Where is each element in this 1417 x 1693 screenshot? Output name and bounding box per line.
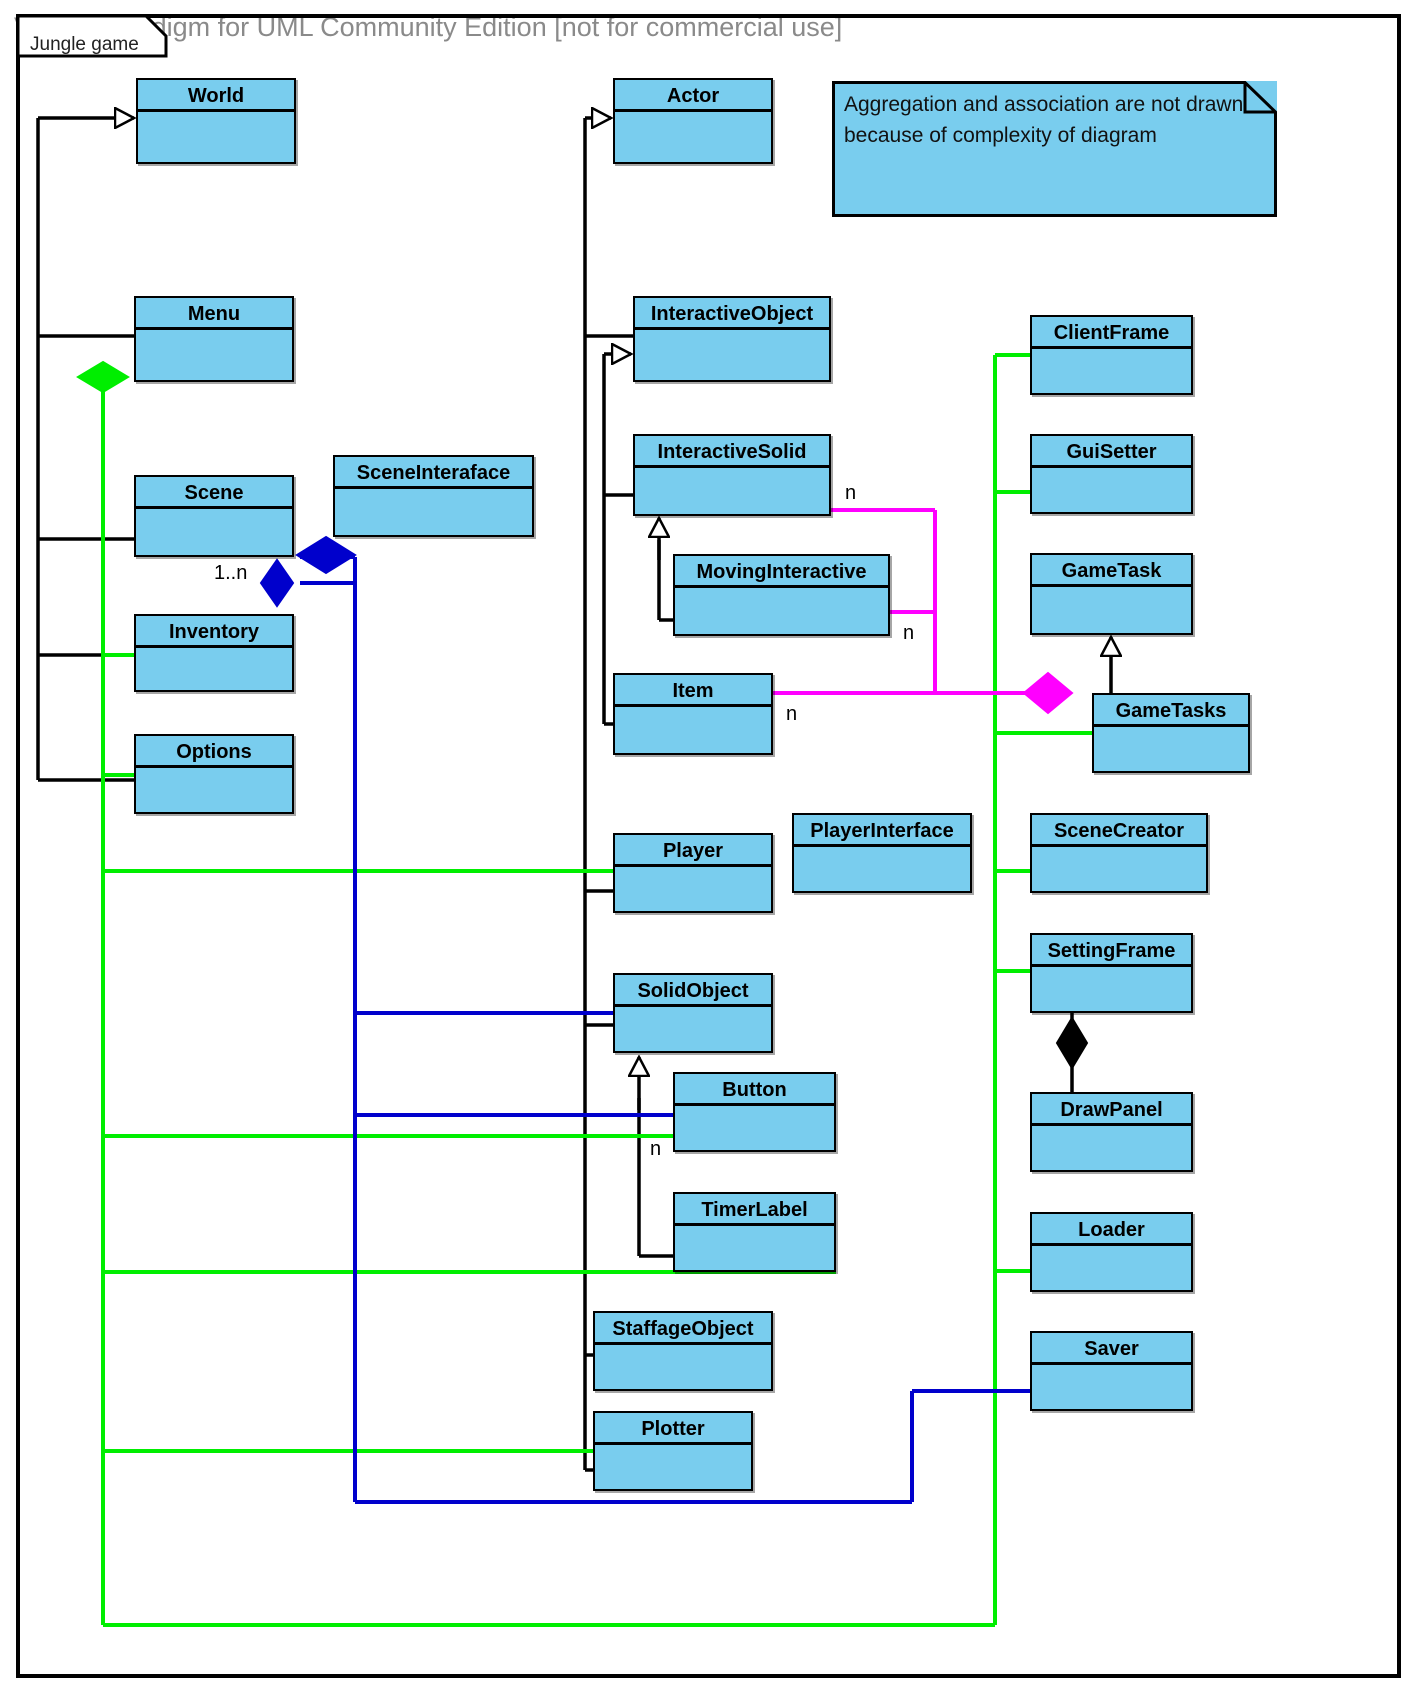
class-box-saver[interactable]: Saver xyxy=(1030,1331,1193,1411)
class-box-player[interactable]: Player xyxy=(613,833,773,913)
multiplicity-label: n xyxy=(903,622,915,644)
class-name-label: TimerLabel xyxy=(675,1194,834,1226)
class-box-scene[interactable]: Scene xyxy=(134,475,294,557)
frame-name-tab: Jungle game xyxy=(16,14,168,58)
diagram-note: Aggregation and association are not draw… xyxy=(832,81,1277,217)
class-name-label: Saver xyxy=(1032,1333,1191,1365)
class-name-label: SceneInteraface xyxy=(335,457,532,489)
class-box-button[interactable]: Button xyxy=(673,1072,836,1152)
class-name-label: Plotter xyxy=(595,1413,751,1445)
class-attributes-compartment xyxy=(595,1445,751,1489)
class-name-label: DrawPanel xyxy=(1032,1094,1191,1126)
class-attributes-compartment xyxy=(675,588,888,634)
class-box-guisetter[interactable]: GuiSetter xyxy=(1030,434,1193,514)
class-box-plotter[interactable]: Plotter xyxy=(593,1411,753,1491)
class-name-label: Menu xyxy=(136,298,292,330)
multiplicity-label: n xyxy=(845,482,857,504)
class-name-label: Button xyxy=(675,1074,834,1106)
class-name-label: InteractiveObject xyxy=(635,298,829,330)
class-name-label: MovingInteractive xyxy=(675,556,888,588)
class-name-label: World xyxy=(138,80,294,112)
class-box-staffageobject[interactable]: StaffageObject xyxy=(593,1311,773,1391)
class-box-options[interactable]: Options xyxy=(134,734,294,814)
class-attributes-compartment xyxy=(595,1345,771,1389)
class-box-scenecreator[interactable]: SceneCreator xyxy=(1030,813,1208,893)
class-box-clientframe[interactable]: ClientFrame xyxy=(1030,315,1193,395)
uml-class-diagram: Visual Paradigm for UML Community Editio… xyxy=(0,0,1417,1693)
class-attributes-compartment xyxy=(136,330,292,380)
class-name-label: Inventory xyxy=(136,616,292,648)
class-attributes-compartment xyxy=(794,847,970,891)
class-box-playerinterface[interactable]: PlayerInterface xyxy=(792,813,972,893)
class-attributes-compartment xyxy=(635,468,829,514)
class-name-label: Player xyxy=(615,835,771,867)
class-name-label: GameTasks xyxy=(1094,695,1248,727)
class-attributes-compartment xyxy=(1032,847,1206,891)
class-attributes-compartment xyxy=(335,489,532,535)
class-attributes-compartment xyxy=(1032,1365,1191,1409)
class-box-interactivesolid[interactable]: InteractiveSolid xyxy=(633,434,831,516)
class-box-drawpanel[interactable]: DrawPanel xyxy=(1030,1092,1193,1172)
multiplicity-label: 1..n xyxy=(214,562,248,584)
class-box-menu[interactable]: Menu xyxy=(134,296,294,382)
class-attributes-compartment xyxy=(635,330,829,380)
class-attributes-compartment xyxy=(1032,349,1191,393)
class-box-settingframe[interactable]: SettingFrame xyxy=(1030,933,1193,1013)
class-name-label: GuiSetter xyxy=(1032,436,1191,468)
class-name-label: InteractiveSolid xyxy=(635,436,829,468)
class-name-label: Loader xyxy=(1032,1214,1191,1246)
multiplicity-label: n xyxy=(786,703,798,725)
class-box-actor[interactable]: Actor xyxy=(613,78,773,164)
class-attributes-compartment xyxy=(138,112,294,162)
multiplicity-label: n xyxy=(650,1138,662,1160)
class-box-timerlabel[interactable]: TimerLabel xyxy=(673,1192,836,1272)
class-name-label: Actor xyxy=(615,80,771,112)
class-name-label: GameTask xyxy=(1032,555,1191,587)
class-attributes-compartment xyxy=(675,1226,834,1270)
class-attributes-compartment xyxy=(1032,587,1191,633)
frame-label: Jungle game xyxy=(30,34,139,55)
class-name-label: Item xyxy=(615,675,771,707)
class-attributes-compartment xyxy=(1032,967,1191,1011)
class-box-solidobject[interactable]: SolidObject xyxy=(613,973,773,1053)
class-box-gametask[interactable]: GameTask xyxy=(1030,553,1193,635)
class-box-inventory[interactable]: Inventory xyxy=(134,614,294,692)
class-name-label: Scene xyxy=(136,477,292,509)
class-box-loader[interactable]: Loader xyxy=(1030,1212,1193,1292)
class-box-interactiveobject[interactable]: InteractiveObject xyxy=(633,296,831,382)
class-name-label: SolidObject xyxy=(615,975,771,1007)
class-attributes-compartment xyxy=(1032,1126,1191,1170)
class-attributes-compartment xyxy=(1032,468,1191,512)
class-name-label: PlayerInterface xyxy=(794,815,970,847)
class-attributes-compartment xyxy=(136,768,292,812)
class-attributes-compartment xyxy=(615,1007,771,1051)
class-attributes-compartment xyxy=(136,509,292,555)
class-attributes-compartment xyxy=(675,1106,834,1150)
class-box-movinginteractive[interactable]: MovingInteractive xyxy=(673,554,890,636)
class-attributes-compartment xyxy=(136,648,292,690)
note-text: Aggregation and association are not draw… xyxy=(844,93,1244,147)
class-name-label: StaffageObject xyxy=(595,1313,771,1345)
class-attributes-compartment xyxy=(1032,1246,1191,1290)
class-box-sceneinteraface[interactable]: SceneInteraface xyxy=(333,455,534,537)
class-box-world[interactable]: World xyxy=(136,78,296,164)
class-name-label: SettingFrame xyxy=(1032,935,1191,967)
class-attributes-compartment xyxy=(615,867,771,911)
class-attributes-compartment xyxy=(1094,727,1248,771)
class-attributes-compartment xyxy=(615,707,771,753)
class-name-label: SceneCreator xyxy=(1032,815,1206,847)
class-name-label: ClientFrame xyxy=(1032,317,1191,349)
class-box-item[interactable]: Item xyxy=(613,673,773,755)
class-box-gametasks[interactable]: GameTasks xyxy=(1092,693,1250,773)
class-name-label: Options xyxy=(136,736,292,768)
class-attributes-compartment xyxy=(615,112,771,162)
